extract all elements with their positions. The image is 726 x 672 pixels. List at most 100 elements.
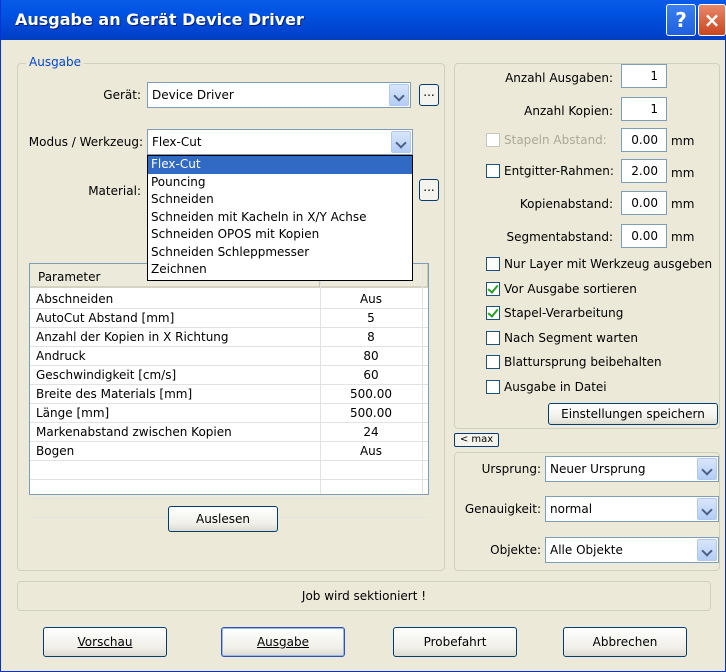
segmentabstand-field[interactable]: 0.00 <box>621 224 667 248</box>
kopienabstand-field[interactable]: 0.00 <box>621 191 667 215</box>
value-cell[interactable]: 500.00 <box>326 387 416 401</box>
help-button[interactable]: ? <box>666 4 696 36</box>
geraet-select[interactable]: Device Driver <box>147 82 411 108</box>
entgitter-checkbox[interactable] <box>486 164 500 178</box>
parameter-table[interactable]: Parameter Wert AbschneidenAusAutoCut Abs… <box>29 263 429 518</box>
ausgabe-button[interactable]: Ausgabe <box>221 627 345 657</box>
unit-label: mm <box>671 197 695 211</box>
segmentabstand-label: Segmentabstand: <box>506 230 613 244</box>
genauigkeit-select[interactable]: normal <box>545 496 719 522</box>
anzahl-kopien-label: Anzahl Kopien: <box>524 104 613 118</box>
stapeln-checkbox[interactable] <box>486 133 500 147</box>
parameter-cell: Andruck <box>36 349 86 363</box>
table-row[interactable] <box>30 480 428 499</box>
modus-select[interactable]: Flex-Cut <box>147 129 413 155</box>
parameter-cell: Breite des Materials [mm] <box>36 387 193 401</box>
table-row[interactable]: Andruck 80 <box>30 347 428 366</box>
table-row[interactable]: Bogen Aus <box>30 442 428 461</box>
option-checkbox[interactable] <box>486 281 500 296</box>
option-checkbox[interactable] <box>486 257 500 271</box>
kopienabstand-label: Kopienabstand: <box>519 197 613 211</box>
modus-dropdown-list[interactable]: Flex-Cut Pouncing Schneiden Schneiden mit K… <box>147 155 413 281</box>
geraet-value: Device Driver <box>152 88 234 102</box>
chevron-down-icon[interactable] <box>697 498 717 520</box>
option-checkbox[interactable] <box>486 379 500 394</box>
abbrechen-button[interactable]: Abbrechen <box>563 627 687 657</box>
value-cell[interactable]: Aus <box>326 444 416 458</box>
table-row[interactable] <box>30 461 428 480</box>
table-row[interactable]: AutoCut Abstand [mm] 5 <box>30 309 428 328</box>
parameter-cell: Markenabstand zwischen Kopien <box>36 425 232 439</box>
auslesen-button[interactable]: Auslesen <box>168 506 278 532</box>
table-row[interactable]: Länge [mm] 500.00 <box>30 404 428 423</box>
option-label: Vor Ausgabe sortieren <box>504 281 637 296</box>
chevron-down-icon[interactable] <box>389 84 409 106</box>
option-label: Nach Segment warten <box>504 330 638 345</box>
option-checkbox[interactable] <box>486 355 500 369</box>
max-button[interactable]: < max <box>454 433 499 447</box>
option-label: Ausgabe in Datei <box>504 379 607 394</box>
value-cell[interactable]: 500.00 <box>326 406 416 420</box>
status-bar: Job wird sektioniert ! <box>17 581 711 611</box>
table-row[interactable]: Breite des Materials [mm] 500.00 <box>30 385 428 404</box>
material-label: Material: <box>88 184 141 198</box>
parameter-cell: Geschwindigkeit [cm/s] <box>36 368 177 382</box>
stapeln-abstand-field[interactable]: 0.00 <box>621 128 667 152</box>
unit-label: mm <box>671 134 695 148</box>
chevron-down-icon[interactable] <box>391 131 411 153</box>
genauigkeit-label: Genauigkeit: <box>464 502 541 516</box>
table-row[interactable]: Geschwindigkeit [cm/s] 60 <box>30 366 428 385</box>
option-label: Blattursprung beibehalten <box>504 355 662 369</box>
objekte-label: Objekte: <box>490 543 541 557</box>
ursprung-value: Neuer Ursprung <box>550 462 646 476</box>
anzahl-ausgaben-label: Anzahl Ausgaben: <box>505 71 613 85</box>
material-browse-button[interactable]: ... <box>419 179 439 201</box>
table-row[interactable]: Anzahl der Kopien in X Richtung 8 <box>30 328 428 347</box>
einstellungen-speichern-button[interactable]: Einstellungen speichern <box>548 403 718 425</box>
dropdown-option[interactable]: Pouncing <box>148 174 412 192</box>
unit-label: mm <box>671 230 695 244</box>
dropdown-option[interactable]: Flex-Cut <box>148 156 412 174</box>
value-cell[interactable]: Aus <box>326 292 416 306</box>
chevron-down-icon[interactable] <box>697 539 717 561</box>
chevron-down-icon[interactable] <box>697 458 717 480</box>
parameter-cell: Abschneiden <box>36 292 114 306</box>
option-label: Stapel-Verarbeitung <box>504 306 624 320</box>
ursprung-label: Ursprung: <box>481 462 541 476</box>
unit-label: mm <box>671 166 695 180</box>
title-bar: Ausgabe an Gerät Device Driver ? × <box>1 0 726 40</box>
table-row[interactable]: Abschneiden Aus <box>30 290 428 309</box>
objekte-value: Alle Objekte <box>550 543 623 557</box>
value-cell[interactable]: 60 <box>326 368 416 382</box>
parameter-cell: AutoCut Abstand [mm] <box>36 311 175 325</box>
window-title: Ausgabe an Gerät Device Driver <box>15 10 304 29</box>
dropdown-option[interactable]: Schneiden mit Kacheln in X/Y Achse <box>148 209 412 227</box>
modus-value: Flex-Cut <box>152 135 202 149</box>
anzahl-ausgaben-field[interactable]: 1 <box>621 64 667 88</box>
parameter-cell: Anzahl der Kopien in X Richtung <box>36 330 229 344</box>
geraet-label: Gerät: <box>103 88 141 102</box>
option-checkbox[interactable] <box>486 330 500 345</box>
value-cell[interactable]: 80 <box>326 349 416 363</box>
value-cell[interactable]: 8 <box>326 330 416 344</box>
probefahrt-button[interactable]: Probefahrt <box>393 627 517 657</box>
parameter-cell: Bogen <box>36 444 75 458</box>
vorschau-button[interactable]: Vorschau <box>43 627 167 657</box>
value-cell[interactable]: 5 <box>326 311 416 325</box>
entgitter-field[interactable]: 2.00 <box>621 159 667 183</box>
parameter-cell: Länge [mm] <box>36 406 110 420</box>
table-row[interactable]: Markenabstand zwischen Kopien 24 <box>30 423 428 442</box>
dropdown-option[interactable]: Zeichnen <box>148 261 412 279</box>
dropdown-option[interactable]: Schneiden <box>148 191 412 209</box>
option-checkbox[interactable] <box>486 306 500 320</box>
geraet-browse-button[interactable]: ... <box>419 84 439 106</box>
option-label: Nur Layer mit Werkzeug ausgeben <box>504 257 713 271</box>
ursprung-select[interactable]: Neuer Ursprung <box>545 456 719 482</box>
dropdown-option[interactable]: Schneiden Schleppmesser <box>148 244 412 262</box>
close-button[interactable]: × <box>698 4 726 36</box>
dialog-window: Ausgabe an Gerät Device Driver ? × Ausga… <box>0 0 726 672</box>
objekte-select[interactable]: Alle Objekte <box>545 537 719 563</box>
anzahl-kopien-field[interactable]: 1 <box>621 97 667 121</box>
value-cell[interactable]: 24 <box>326 425 416 439</box>
dropdown-option[interactable]: Schneiden OPOS mit Kopien <box>148 226 412 244</box>
